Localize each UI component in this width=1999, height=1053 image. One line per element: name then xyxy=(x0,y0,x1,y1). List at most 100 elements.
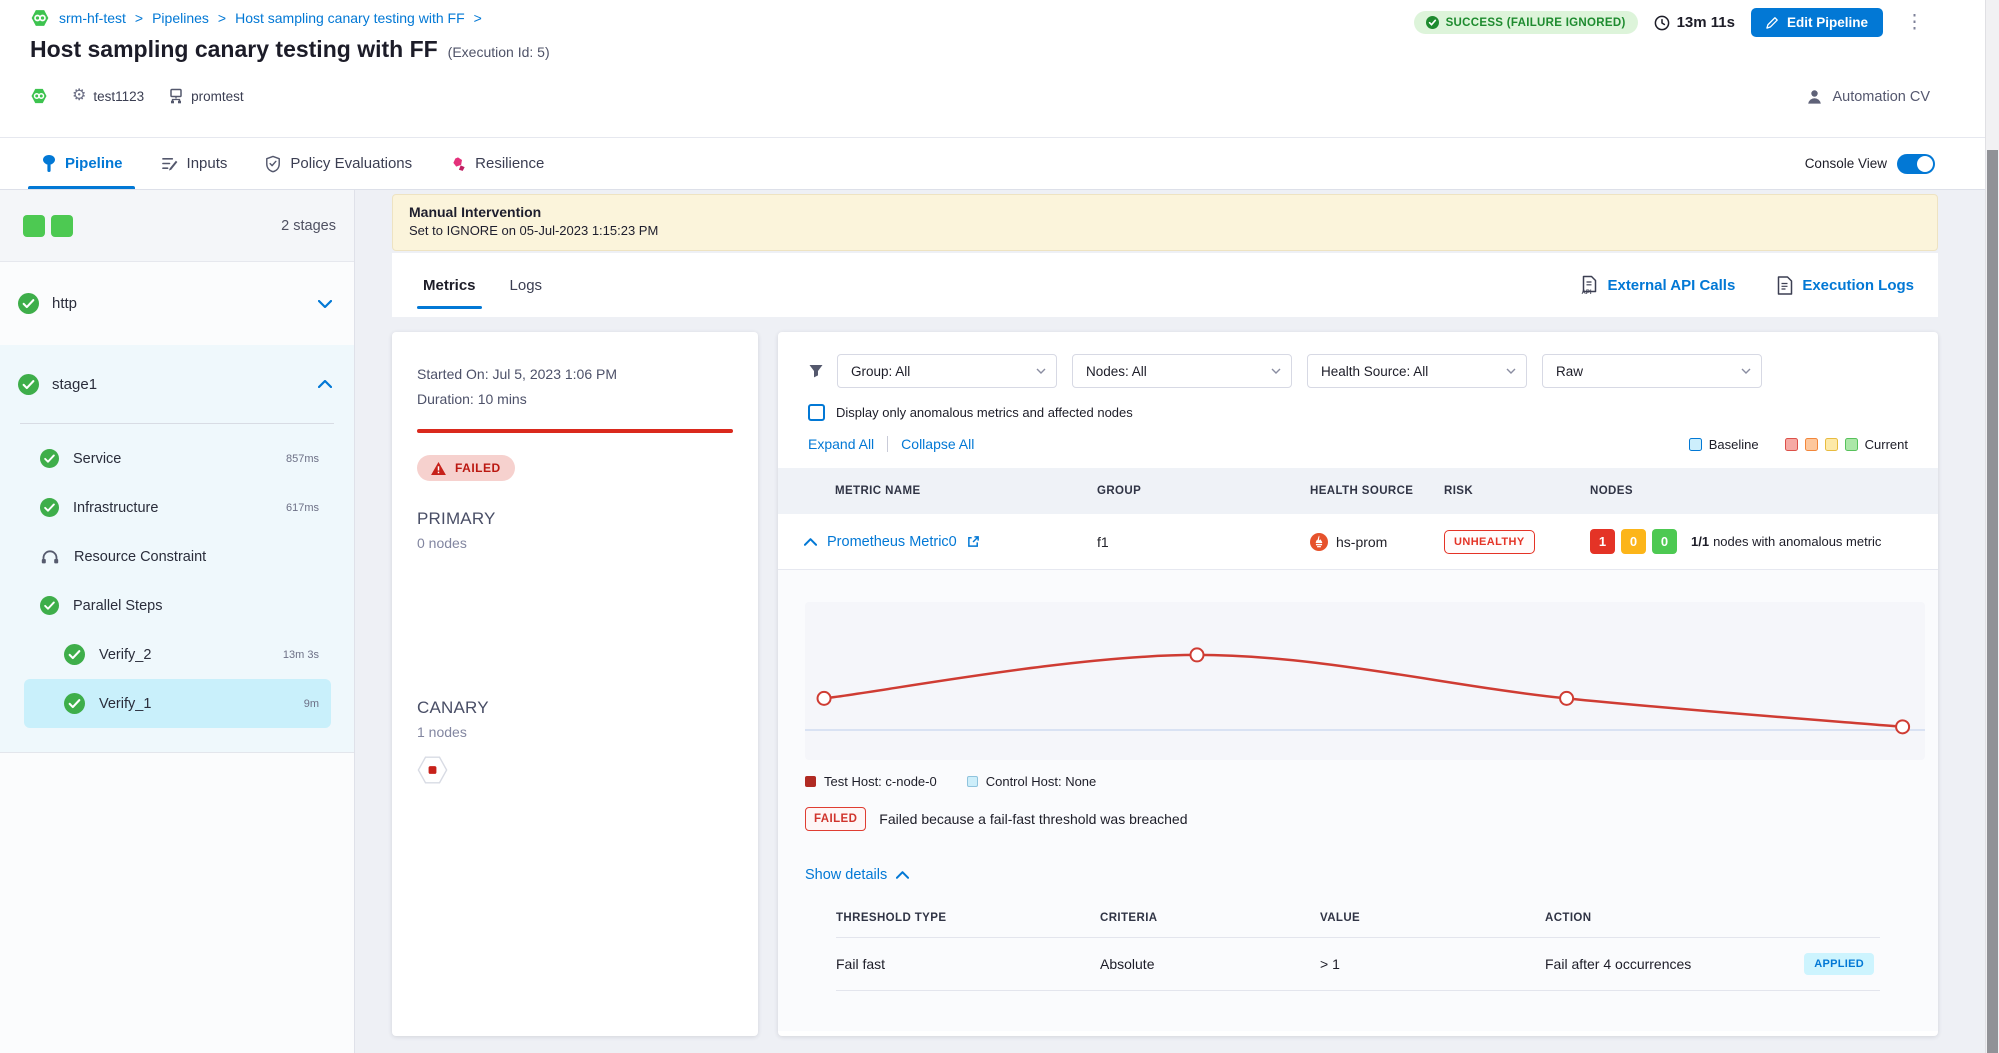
nodes-ratio: 1/1 xyxy=(1691,534,1709,549)
show-details-label: Show details xyxy=(805,867,887,883)
user-name: Automation CV xyxy=(1832,89,1930,105)
step-resource-constraint[interactable]: Resource Constraint xyxy=(24,532,331,581)
nodes-cell: 1 0 0 1/1nodes with anomalous metric xyxy=(1590,529,1938,554)
breadcrumb-project[interactable]: srm-hf-test xyxy=(59,10,126,26)
breadcrumb-separator: > xyxy=(218,10,226,26)
inputs-icon xyxy=(161,156,178,171)
check-circle-icon xyxy=(1426,16,1439,29)
banner-title: Manual Intervention xyxy=(409,204,1921,220)
show-details-link[interactable]: Show details xyxy=(805,867,909,883)
console-view-toggle[interactable] xyxy=(1897,154,1935,174)
col-risk: RISK xyxy=(1444,485,1590,497)
value-cell: > 1 xyxy=(1320,956,1545,972)
success-check-icon xyxy=(40,449,59,468)
tab-resilience-label: Resilience xyxy=(475,155,544,172)
metric-line-chart xyxy=(805,602,1925,760)
stage-row-stage1[interactable]: stage1 xyxy=(0,345,354,423)
step-label: Service xyxy=(73,451,121,467)
execution-logs-link[interactable]: Execution Logs xyxy=(1777,276,1914,295)
tab-resilience[interactable]: Resilience xyxy=(450,138,544,189)
duration: Duration: 10 mins xyxy=(417,391,733,407)
metric-name-link[interactable]: Prometheus Metric0 xyxy=(827,534,957,550)
expand-all-link[interactable]: Expand All xyxy=(808,436,888,452)
verification-summary-card: Started On: Jul 5, 2023 1:06 PM Duration… xyxy=(392,332,758,1036)
vertical-scrollbar[interactable] xyxy=(1985,0,1999,1053)
current-red-swatch-icon xyxy=(1785,438,1798,451)
console-view-control: Console View xyxy=(1805,154,1935,174)
page-title: Host sampling canary testing with FF xyxy=(30,36,438,63)
verification-status-label: FAILED xyxy=(455,461,501,475)
step-label: Resource Constraint xyxy=(74,549,206,565)
metric-group-cell: f1 xyxy=(1097,534,1310,550)
risk-badge: UNHEALTHY xyxy=(1444,530,1535,554)
step-verify-1[interactable]: Verify_1 9m xyxy=(24,679,331,728)
breadcrumb-pipelines[interactable]: Pipelines xyxy=(152,10,209,26)
nodes-filter-dropdown[interactable]: Nodes: All xyxy=(1072,354,1292,388)
filter-icon[interactable] xyxy=(808,363,824,379)
group-filter-dropdown[interactable]: Group: All xyxy=(837,354,1057,388)
verification-status-pill: FAILED xyxy=(417,455,515,481)
health-source-cell: hs-prom xyxy=(1310,533,1444,551)
step-parallel-steps[interactable]: Parallel Steps xyxy=(24,581,331,630)
metric-view-dropdown[interactable]: Raw xyxy=(1542,354,1762,388)
pencil-icon xyxy=(1766,16,1779,29)
step-service[interactable]: Service 857ms xyxy=(24,434,331,483)
tab-policy-evaluations[interactable]: Policy Evaluations xyxy=(265,138,412,189)
scrollbar-thumb[interactable] xyxy=(1987,150,1998,1053)
toggle-knob xyxy=(1917,156,1933,172)
execution-logs-label: Execution Logs xyxy=(1802,277,1914,294)
tab-metrics-label: Metrics xyxy=(423,277,476,294)
chart-data-point[interactable] xyxy=(1560,692,1573,705)
kebab-menu-icon[interactable]: ⋮ xyxy=(1899,11,1930,34)
started-on: Started On: Jul 5, 2023 1:06 PM xyxy=(417,366,733,382)
chart-data-point[interactable] xyxy=(1896,720,1909,733)
chevron-up-icon xyxy=(318,380,332,388)
tab-logs[interactable]: Logs xyxy=(510,253,543,317)
status-badge: SUCCESS (FAILURE IGNORED) xyxy=(1414,11,1638,34)
document-icon xyxy=(1777,276,1793,295)
tab-metrics[interactable]: Metrics xyxy=(423,253,476,317)
tab-inputs[interactable]: Inputs xyxy=(161,138,228,189)
edit-pipeline-button[interactable]: Edit Pipeline xyxy=(1751,8,1883,37)
external-api-calls-label: External API Calls xyxy=(1607,277,1735,294)
service-meta-row: ⚙ test1123 promtest xyxy=(30,87,244,105)
health-source-filter-dropdown[interactable]: Health Source: All xyxy=(1307,354,1527,388)
col-group: GROUP xyxy=(1097,485,1310,497)
breadcrumb-pipeline-name[interactable]: Host sampling canary testing with FF xyxy=(235,10,465,26)
anomalous-checkbox-label: Display only anomalous metrics and affec… xyxy=(836,405,1133,420)
control-host-legend: Control Host: None xyxy=(967,774,1097,789)
svg-text:API: API xyxy=(1582,290,1592,295)
metric-name-cell[interactable]: Prometheus Metric0 xyxy=(804,534,1097,550)
chart-data-point[interactable] xyxy=(818,692,831,705)
stage-row-http[interactable]: http xyxy=(0,262,354,345)
main-tabbar: Pipeline Inputs Policy Evaluations Resil… xyxy=(0,137,1985,190)
anomalous-filter[interactable]: Display only anomalous metrics and affec… xyxy=(808,404,1938,421)
resilience-icon xyxy=(450,156,466,172)
elapsed-time: 13m 11s xyxy=(1654,14,1735,31)
success-check-icon xyxy=(18,293,39,314)
chevron-up-icon xyxy=(804,538,817,546)
tab-pipeline[interactable]: Pipeline xyxy=(42,138,123,189)
canary-node-hexagon[interactable] xyxy=(417,756,448,784)
failure-reason-row: FAILED Failed because a fail-fast thresh… xyxy=(805,807,1925,831)
step-verify-2[interactable]: Verify_2 13m 3s xyxy=(24,630,331,679)
anomalous-checkbox[interactable] xyxy=(808,404,825,421)
external-api-calls-link[interactable]: API External API Calls xyxy=(1580,275,1735,295)
stage-label: http xyxy=(52,295,77,312)
step-infrastructure[interactable]: Infrastructure 617ms xyxy=(24,483,331,532)
tab-inputs-label: Inputs xyxy=(187,155,228,172)
metric-details-expanded: Test Host: c-node-0 Control Host: None F… xyxy=(778,570,1938,1031)
banner-message: Set to IGNORE on 05-Jul-2023 1:15:23 PM xyxy=(409,223,1921,238)
chevron-down-icon xyxy=(1506,368,1516,374)
col-health-source: HEALTH SOURCE xyxy=(1310,485,1444,497)
external-link-icon[interactable] xyxy=(967,535,980,548)
harness-logo-icon xyxy=(30,87,48,105)
chevron-up-icon xyxy=(896,871,909,879)
current-label: Current xyxy=(1865,437,1908,452)
chart-data-point[interactable] xyxy=(1191,648,1204,661)
user-icon xyxy=(1806,88,1823,105)
threshold-row: Fail fast Absolute > 1 Fail after 4 occu… xyxy=(836,938,1880,991)
collapse-all-link[interactable]: Collapse All xyxy=(901,436,974,452)
page-header: srm-hf-test > Pipelines > Host sampling … xyxy=(0,0,1985,137)
test-host-legend: Test Host: c-node-0 xyxy=(805,774,937,789)
